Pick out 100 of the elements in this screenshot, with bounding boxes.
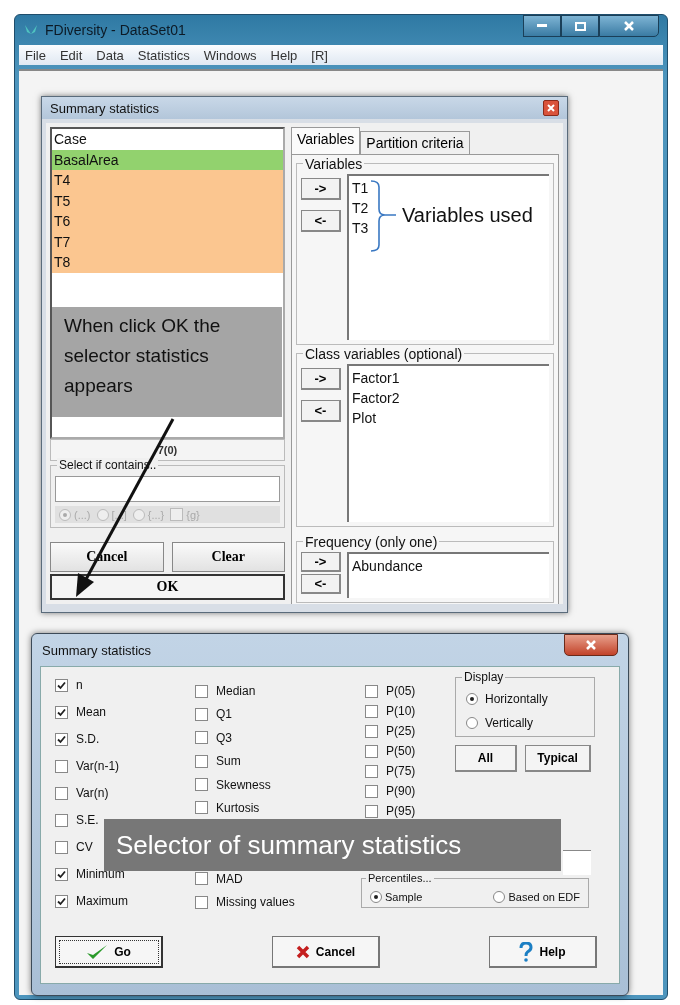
action-button[interactable]: Cancel <box>272 936 380 968</box>
list-item[interactable]: T8 <box>52 252 283 273</box>
dialog-button[interactable]: Clear <box>171 542 285 573</box>
list-item[interactable]: T2 <box>352 198 369 218</box>
checkbox-label: Var(n-1) <box>76 759 120 773</box>
checkbox[interactable] <box>195 801 208 815</box>
close-icon <box>547 104 555 112</box>
checkbox[interactable] <box>195 895 208 909</box>
remove-button[interactable]: <- <box>301 210 341 232</box>
preset-button[interactable]: All <box>455 745 517 772</box>
radio-button[interactable] <box>96 508 109 521</box>
checkbox[interactable] <box>365 744 378 758</box>
close-button[interactable] <box>599 15 659 37</box>
checkbox[interactable] <box>365 724 378 738</box>
checkbox[interactable] <box>365 704 378 718</box>
callout-text: Selector of summary statistics <box>104 819 561 871</box>
checkbox-label: S.E. <box>76 813 99 827</box>
menu-item[interactable]: Data <box>96 47 124 63</box>
group-label: Display <box>462 670 506 684</box>
ok-button[interactable]: OK <box>50 574 285 600</box>
list-item[interactable]: T3 <box>352 218 369 238</box>
close-icon <box>624 21 634 31</box>
checkbox[interactable] <box>55 867 68 881</box>
group-label: Class variables (optional) <box>303 346 465 362</box>
tab[interactable]: Partition criteria <box>360 131 470 154</box>
group-label: Variables <box>303 156 365 172</box>
checkbox-label: Skewness <box>216 777 271 792</box>
checkbox-label: Mean <box>76 705 107 719</box>
list-item[interactable]: Factor2 <box>352 388 400 408</box>
radio-button[interactable] <box>493 891 506 903</box>
checkbox[interactable] <box>195 731 208 745</box>
menu-item[interactable]: Statistics <box>137 47 190 63</box>
menu-item[interactable]: [R] <box>311 47 328 63</box>
checkbox[interactable] <box>55 786 68 800</box>
checkbox[interactable] <box>55 840 68 854</box>
menu-item[interactable]: File <box>25 47 46 63</box>
checkbox-label: Q3 <box>216 730 232 745</box>
list-item[interactable]: BasalArea <box>52 149 283 170</box>
checkbox-label: P(25) <box>386 724 416 738</box>
checkbox[interactable] <box>195 684 208 698</box>
checkbox[interactable] <box>195 754 208 768</box>
list-item[interactable]: Factor1 <box>352 368 400 388</box>
radio-button[interactable] <box>59 508 71 521</box>
remove-button[interactable]: <- <box>301 574 341 594</box>
radio-button[interactable] <box>132 508 145 521</box>
list-item[interactable]: T6 <box>52 211 283 232</box>
checkbox[interactable] <box>195 872 208 886</box>
group-label: Frequency (only one) <box>303 534 440 550</box>
search-field[interactable] <box>55 476 280 503</box>
add-button[interactable]: -> <box>301 368 341 390</box>
checkbox-label: Sum <box>216 754 241 769</box>
checkbox[interactable] <box>365 764 378 778</box>
checkbox-label: MAD <box>216 871 243 886</box>
menu-item[interactable]: Edit <box>59 47 83 63</box>
radio-label: Vertically <box>485 716 534 730</box>
help-icon <box>519 941 534 962</box>
radio-button[interactable] <box>370 891 382 903</box>
list-item[interactable]: T5 <box>52 190 283 211</box>
checkbox[interactable] <box>365 804 378 818</box>
maximize-button[interactable] <box>561 15 599 37</box>
action-button[interactable]: Go <box>55 936 163 968</box>
dialog-title: Summary statistics <box>42 642 152 658</box>
checkbox[interactable] <box>365 784 378 798</box>
checkbox[interactable] <box>55 894 68 908</box>
tab[interactable]: Variables <box>291 127 361 154</box>
checkbox[interactable] <box>195 778 208 792</box>
checkbox[interactable] <box>55 732 68 746</box>
checkbox[interactable] <box>55 759 68 773</box>
checkbox-label: P(05) <box>386 684 416 698</box>
option-label: (...) <box>74 508 91 521</box>
close-button[interactable] <box>543 100 559 116</box>
checkbox[interactable] <box>170 508 184 522</box>
checkbox-label: Q1 <box>216 707 232 722</box>
checkbox[interactable] <box>195 707 208 721</box>
menu-item[interactable]: Windows <box>203 47 257 63</box>
menu-item[interactable]: Help <box>270 47 298 63</box>
minimize-button[interactable] <box>523 15 561 37</box>
text-field[interactable] <box>563 850 591 875</box>
radio-button[interactable] <box>466 693 478 705</box>
checkbox[interactable] <box>55 813 68 827</box>
checkbox[interactable] <box>55 705 68 719</box>
option-label: {...} <box>147 508 165 521</box>
action-button[interactable]: Help <box>489 936 597 968</box>
list-item[interactable]: Plot <box>352 408 377 428</box>
preset-button[interactable]: Typical <box>525 745 591 772</box>
close-button[interactable] <box>564 634 618 656</box>
radio-button[interactable] <box>466 717 478 729</box>
checkbox-label: Var(n) <box>76 786 109 800</box>
checkbox-label: P(95) <box>386 804 416 818</box>
list-item[interactable]: Abundance <box>352 556 423 576</box>
list-item[interactable]: T4 <box>52 170 283 191</box>
list-item[interactable]: T7 <box>52 231 283 252</box>
checkbox[interactable] <box>365 684 378 698</box>
close-icon <box>586 640 596 650</box>
list-item[interactable]: T1 <box>352 178 369 198</box>
checkbox[interactable] <box>55 678 68 692</box>
add-button[interactable]: -> <box>301 552 341 572</box>
group-label: Percentiles... <box>366 872 434 884</box>
add-button[interactable]: -> <box>301 178 341 200</box>
remove-button[interactable]: <- <box>301 400 341 422</box>
